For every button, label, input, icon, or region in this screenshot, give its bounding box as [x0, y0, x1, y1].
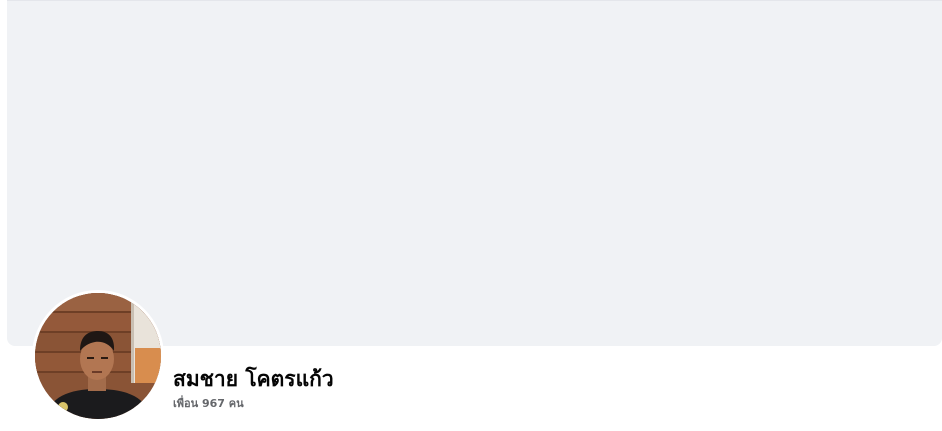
- profile-header: สมชาย โคตรแก้ว เพื่อน 967 คน: [0, 0, 942, 431]
- friends-count[interactable]: เพื่อน 967 คน: [173, 396, 244, 411]
- profile-name[interactable]: สมชาย โคตรแก้ว: [173, 365, 334, 393]
- profile-picture-frame[interactable]: [32, 290, 164, 422]
- profile-photo-icon: [35, 293, 161, 419]
- cover-photo[interactable]: [7, 0, 942, 346]
- avatar[interactable]: [35, 293, 161, 419]
